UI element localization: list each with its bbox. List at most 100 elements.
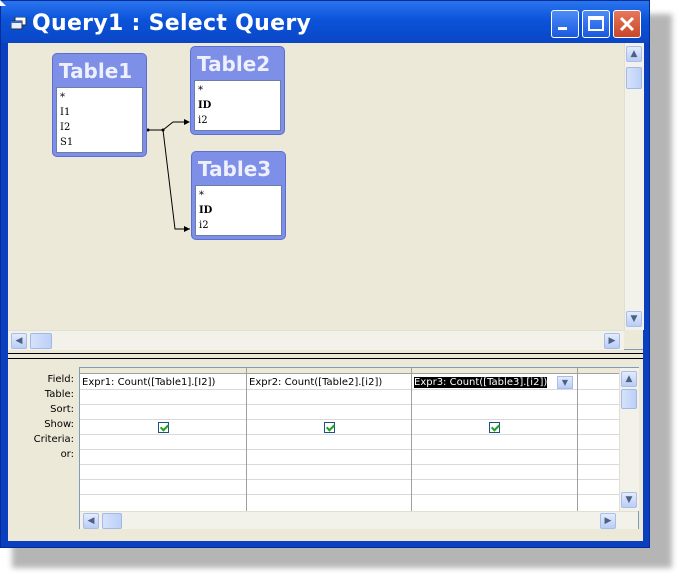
table1-field-i2[interactable]: I2 <box>60 120 139 135</box>
grid-column-1[interactable]: Expr1: Count([Table1].[I2]) <box>80 368 247 511</box>
table1-field-s1[interactable]: S1 <box>60 135 139 150</box>
grid-scroll-right-button[interactable]: ▶ <box>600 513 616 529</box>
or-cell[interactable] <box>412 450 577 465</box>
table-cell[interactable] <box>578 390 619 405</box>
field-dropdown-button[interactable]: ▼ <box>557 376 573 389</box>
empty-cell[interactable] <box>578 480 619 495</box>
column-selector[interactable] <box>80 368 246 374</box>
table2-field-star[interactable]: * <box>198 83 277 98</box>
field-cell[interactable]: Expr2: Count([Table2].[i2]) <box>247 375 411 390</box>
close-button[interactable] <box>613 10 641 38</box>
scroll-up-button[interactable]: ▲ <box>626 46 642 62</box>
field-cell[interactable]: Expr3: Count([Table3].[i2]) <box>412 375 577 390</box>
show-cell[interactable] <box>412 420 577 435</box>
empty-cell[interactable] <box>80 495 246 510</box>
empty-cell[interactable] <box>247 480 411 495</box>
row-label-show: Show: <box>44 419 74 430</box>
empty-cell[interactable] <box>578 495 619 510</box>
vertical-scroll-thumb[interactable] <box>626 67 642 89</box>
empty-cell[interactable] <box>412 495 577 510</box>
show-checkbox[interactable] <box>489 422 500 433</box>
criteria-cell[interactable] <box>247 435 411 450</box>
grid-vertical-scroll-thumb[interactable] <box>621 389 637 409</box>
empty-cell[interactable] <box>412 465 577 480</box>
show-cell[interactable] <box>80 420 246 435</box>
empty-cell[interactable] <box>247 495 411 510</box>
criteria-cell[interactable] <box>412 435 577 450</box>
maximize-button[interactable] <box>582 10 610 38</box>
table1-field-star[interactable]: * <box>60 90 139 105</box>
or-cell[interactable] <box>80 450 246 465</box>
or-cell[interactable] <box>578 450 619 465</box>
chevron-up-icon: ▲ <box>630 49 638 59</box>
table1-field-list[interactable]: * I1 I2 S1 <box>56 87 143 153</box>
minimize-button[interactable] <box>551 10 579 38</box>
sort-cell[interactable] <box>80 405 246 420</box>
field-cell[interactable] <box>578 375 619 390</box>
table2-box[interactable]: Table2 * ID i2 <box>190 46 285 135</box>
scroll-down-button[interactable]: ▼ <box>626 311 642 327</box>
design-horizontal-scrollbar[interactable]: ◀ ▶ <box>8 330 624 350</box>
table-cell[interactable] <box>80 390 246 405</box>
table-design-pane[interactable]: Table1 * I1 I2 S1 Table2 * ID i2 Table3 <box>8 43 644 350</box>
empty-cell[interactable] <box>247 465 411 480</box>
column-selector[interactable] <box>578 368 619 374</box>
empty-cell[interactable] <box>80 480 246 495</box>
column-selector[interactable] <box>412 368 577 374</box>
table-cell[interactable] <box>412 390 577 405</box>
table2-field-i2[interactable]: i2 <box>198 113 277 128</box>
chevron-right-icon: ▶ <box>604 516 612 526</box>
row-label-table: Table: <box>44 389 74 400</box>
sort-cell[interactable] <box>247 405 411 420</box>
maximize-icon <box>588 16 604 31</box>
table1-title: Table1 <box>59 59 133 83</box>
scroll-left-button[interactable]: ◀ <box>11 333 27 349</box>
or-cell[interactable] <box>247 450 411 465</box>
criteria-cell[interactable] <box>578 435 619 450</box>
table2-title: Table2 <box>197 52 271 76</box>
table1-field-i1[interactable]: I1 <box>60 105 139 120</box>
title-bar[interactable]: Query1 : Select Query <box>1 1 649 43</box>
grid-horizontal-scroll-thumb[interactable] <box>102 513 122 529</box>
table-cell[interactable] <box>247 390 411 405</box>
table3-field-list[interactable]: * ID i2 <box>195 185 282 236</box>
grid-vertical-scrollbar[interactable]: ▲ ▼ <box>619 368 639 511</box>
row-label-or: or: <box>60 449 74 460</box>
field-cell[interactable]: Expr1: Count([Table1].[I2]) <box>80 375 246 390</box>
show-cell[interactable] <box>578 420 619 435</box>
table2-field-list[interactable]: * ID i2 <box>194 80 281 131</box>
show-checkbox[interactable] <box>323 422 335 433</box>
grid-scroll-down-button[interactable]: ▼ <box>621 492 637 508</box>
sort-cell[interactable] <box>578 405 619 420</box>
empty-cell[interactable] <box>578 465 619 480</box>
show-cell[interactable] <box>247 420 411 435</box>
table2-field-id[interactable]: ID <box>198 98 277 113</box>
grid-horizontal-scrollbar[interactable]: ◀ ▶ <box>80 511 638 529</box>
table1-box[interactable]: Table1 * I1 I2 S1 <box>52 53 147 157</box>
window-title: Query1 : Select Query <box>32 11 312 36</box>
scroll-right-button[interactable]: ▶ <box>604 333 620 349</box>
table3-field-star[interactable]: * <box>199 188 278 203</box>
grid-column-2[interactable]: Expr2: Count([Table2].[i2]) <box>247 368 412 511</box>
sort-cell[interactable] <box>412 405 577 420</box>
window-client-area: Table1 * I1 I2 S1 Table2 * ID i2 Table3 <box>8 43 644 541</box>
empty-cell[interactable] <box>412 480 577 495</box>
grid-scroll-left-button[interactable]: ◀ <box>83 513 99 529</box>
column-selector[interactable] <box>247 368 411 374</box>
query-window: Query1 : Select Query Table1 * I1 I2 S1 … <box>0 0 650 548</box>
horizontal-scroll-thumb[interactable] <box>30 333 52 349</box>
empty-cell[interactable] <box>80 465 246 480</box>
chevron-left-icon: ◀ <box>15 336 23 346</box>
show-checkbox[interactable] <box>157 422 169 433</box>
grid-column-3[interactable]: Expr3: Count([Table3].[i2]) ▼ <box>412 368 578 511</box>
table3-field-id[interactable]: ID <box>199 203 278 218</box>
query-design-grid[interactable]: Expr1: Count([Table1].[I2]) Expr2: Count… <box>79 367 639 529</box>
grid-scroll-up-button[interactable]: ▲ <box>621 371 637 387</box>
row-label-criteria: Criteria: <box>33 434 74 445</box>
grid-column-4[interactable] <box>578 368 619 511</box>
minimize-icon <box>558 27 567 30</box>
criteria-cell[interactable] <box>80 435 246 450</box>
table3-field-i2[interactable]: i2 <box>199 218 278 233</box>
design-vertical-scrollbar[interactable]: ▲ ▼ <box>624 43 644 330</box>
table3-box[interactable]: Table3 * ID i2 <box>191 151 286 240</box>
